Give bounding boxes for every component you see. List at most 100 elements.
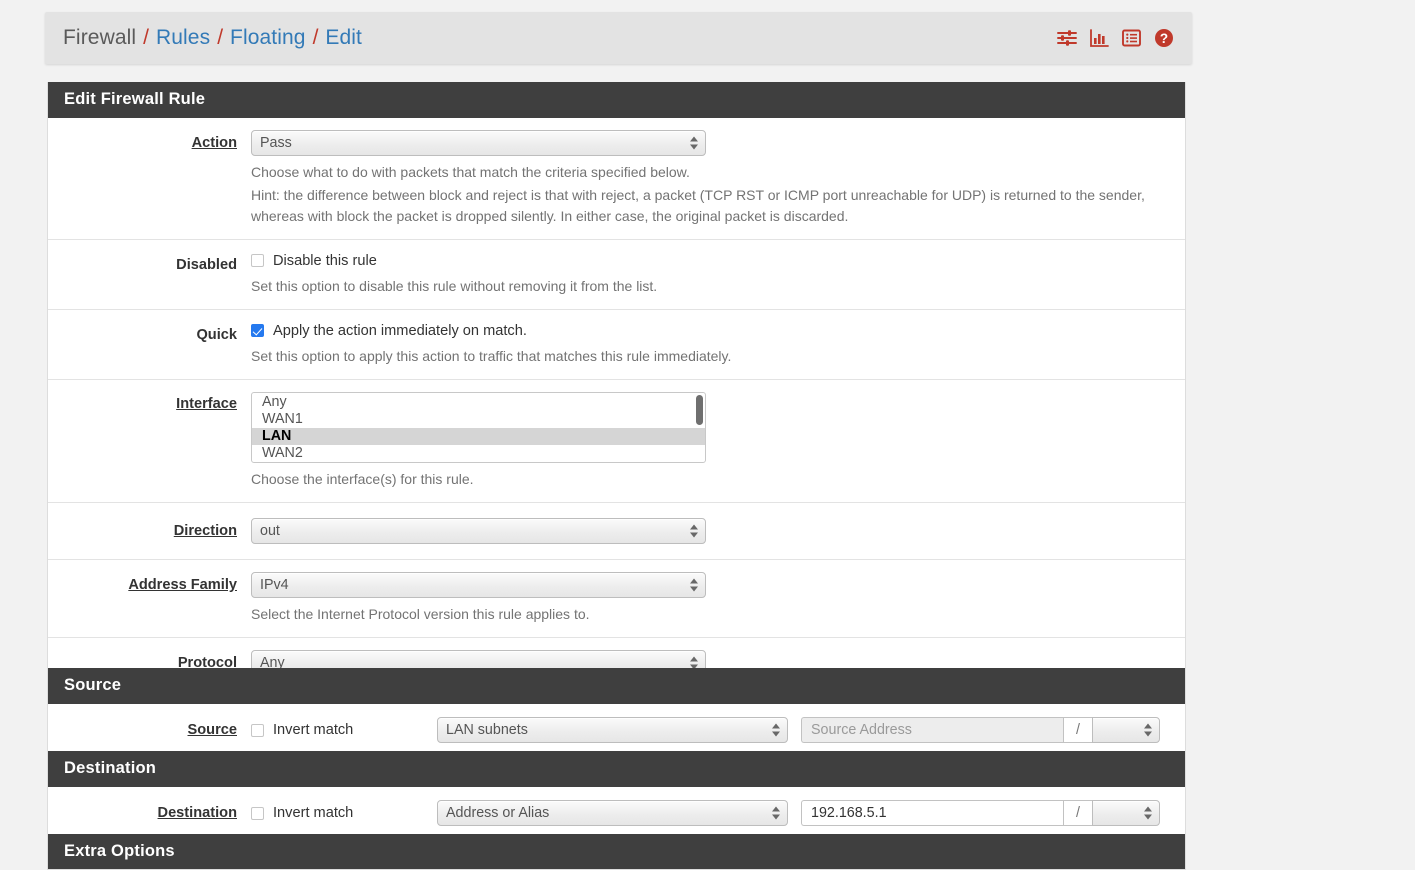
direction-select-value: out [260, 523, 280, 539]
panel-edit-firewall-rule: Edit Firewall Rule Action Pass Choose wh… [47, 82, 1186, 716]
help-action-line1: Choose what to do with packets that matc… [251, 164, 690, 180]
control-interface: Any WAN1 LAN WAN2 Choose the interface(s… [251, 392, 1185, 490]
control-destination: Invert match Address or Alias 192.168.5.… [251, 800, 1185, 826]
quick-checkbox[interactable] [251, 324, 264, 338]
source-type-select-value: LAN subnets [446, 722, 528, 738]
control-quick: Apply the action immediately on match. S… [251, 322, 1185, 367]
panel-extra-options: Extra Options [47, 834, 1186, 870]
source-address-group: Source Address / [801, 717, 1160, 743]
source-invert-checkbox[interactable] [251, 723, 264, 737]
chevron-updown-icon [1144, 806, 1153, 821]
destination-invert-wrap[interactable]: Invert match [251, 805, 437, 821]
interface-listbox-scrollbar[interactable] [696, 395, 703, 461]
breadcrumb-item-floating[interactable]: Floating [230, 26, 306, 50]
panel-title-edit-firewall-rule: Edit Firewall Rule [48, 82, 1185, 118]
control-disabled: Disable this rule Set this option to dis… [251, 252, 1185, 297]
source-cidr-separator: / [1063, 717, 1092, 743]
chevron-updown-icon [690, 578, 699, 593]
sliders-icon[interactable] [1057, 29, 1077, 47]
label-direction: Direction [173, 523, 237, 539]
list-icon[interactable] [1122, 29, 1141, 47]
help-disabled: Set this option to disable this rule wit… [251, 278, 658, 294]
form-row-direction: Direction out [48, 503, 1185, 560]
destination-type-select[interactable]: Address or Alias [437, 800, 788, 826]
label-address-family: Address Family [128, 577, 237, 593]
help-quick: Set this option to apply this action to … [251, 348, 732, 364]
source-type-wrap: LAN subnets [437, 717, 801, 743]
source-invert-label[interactable]: Invert match [273, 722, 353, 738]
label-action: Action [191, 135, 237, 151]
label-disabled: Disabled [176, 257, 237, 273]
interface-option-wan1[interactable]: WAN1 [252, 411, 705, 428]
address-family-select[interactable]: IPv4 [251, 572, 706, 598]
destination-address-group: 192.168.5.1 / [801, 800, 1160, 826]
breadcrumb-separator: / [143, 26, 149, 49]
breadcrumb-root: Firewall [63, 26, 137, 49]
source-address-input[interactable]: Source Address [801, 717, 1063, 743]
help-action-line2: Hint: the difference between block and r… [251, 187, 1145, 224]
breadcrumb-icon-group: ? [1057, 28, 1174, 48]
destination-invert-label[interactable]: Invert match [273, 805, 353, 821]
breadcrumb-item-edit[interactable]: Edit [325, 26, 362, 50]
form-row-source: Source Invert match LAN subnets Source A… [48, 704, 1185, 756]
interface-option-lan[interactable]: LAN [252, 428, 705, 445]
breadcrumb-item-rules[interactable]: Rules [156, 26, 210, 50]
svg-text:?: ? [1160, 31, 1168, 46]
panel-body-edit-firewall-rule: Action Pass Choose what to do with packe… [48, 118, 1185, 715]
interface-option-any[interactable]: Any [252, 394, 705, 411]
control-direction: out [251, 518, 1185, 544]
source-cidr-select[interactable] [1092, 717, 1160, 743]
chevron-updown-icon [690, 136, 699, 151]
control-action: Pass Choose what to do with packets that… [251, 130, 1185, 227]
chevron-updown-icon [772, 723, 781, 738]
panel-title-destination: Destination [48, 751, 1185, 787]
quick-checkbox-wrap[interactable]: Apply the action immediately on match. [251, 323, 527, 339]
label-source: Source [187, 722, 237, 738]
form-row-interface: Interface Any WAN1 LAN WAN2 Choose the i… [48, 380, 1185, 503]
control-address-family: IPv4 Select the Internet Protocol versio… [251, 572, 1185, 625]
disable-rule-checkbox-wrap[interactable]: Disable this rule [251, 253, 377, 269]
panel-source: Source Source Invert match LAN subnets S… [47, 668, 1186, 757]
destination-address-input[interactable]: 192.168.5.1 [801, 800, 1063, 826]
direction-select[interactable]: out [251, 518, 706, 544]
interface-listbox-scroll-thumb[interactable] [696, 395, 703, 425]
chevron-updown-icon [772, 806, 781, 821]
action-select[interactable]: Pass [251, 130, 706, 156]
label-destination: Destination [157, 805, 237, 821]
panel-title-extra-options: Extra Options [48, 834, 1185, 869]
address-family-select-value: IPv4 [260, 577, 289, 593]
breadcrumb-separator: / [217, 26, 224, 49]
control-source: Invert match LAN subnets Source Address … [251, 717, 1185, 743]
panel-title-source: Source [48, 668, 1185, 704]
panel-body-source: Source Invert match LAN subnets Source A… [48, 704, 1185, 756]
destination-type-select-value: Address or Alias [446, 805, 550, 821]
panel-body-destination: Destination Invert match Address or Alia… [48, 787, 1185, 839]
disable-rule-checkbox[interactable] [251, 254, 264, 268]
interface-option-wan2[interactable]: WAN2 [252, 445, 705, 462]
form-row-disabled: Disabled Disable this rule Set this opti… [48, 240, 1185, 310]
destination-type-wrap: Address or Alias [437, 800, 801, 826]
destination-cidr-select[interactable] [1092, 800, 1160, 826]
breadcrumb-bar: Firewall / Rules / Floating / Edit ? [45, 12, 1192, 64]
chart-icon[interactable] [1090, 29, 1109, 47]
breadcrumb-separator: / [312, 26, 319, 49]
form-row-destination: Destination Invert match Address or Alia… [48, 787, 1185, 839]
label-interface: Interface [176, 396, 237, 412]
action-select-value: Pass [260, 135, 292, 151]
disable-rule-checkbox-label[interactable]: Disable this rule [273, 253, 377, 269]
form-row-address-family: Address Family IPv4 Select the Internet … [48, 560, 1185, 638]
chevron-updown-icon [1144, 723, 1153, 738]
source-invert-wrap[interactable]: Invert match [251, 722, 437, 738]
interface-listbox[interactable]: Any WAN1 LAN WAN2 [251, 392, 706, 463]
source-type-select[interactable]: LAN subnets [437, 717, 788, 743]
chevron-updown-icon [690, 524, 699, 539]
help-address-family: Select the Internet Protocol version thi… [251, 606, 590, 622]
help-interface: Choose the interface(s) for this rule. [251, 471, 474, 487]
panel-destination: Destination Destination Invert match Add… [47, 751, 1186, 840]
form-row-action: Action Pass Choose what to do with packe… [48, 118, 1185, 240]
destination-invert-checkbox[interactable] [251, 806, 264, 820]
label-quick: Quick [196, 327, 237, 343]
quick-checkbox-label[interactable]: Apply the action immediately on match. [273, 323, 527, 339]
help-icon[interactable]: ? [1154, 28, 1174, 48]
form-row-quick: Quick Apply the action immediately on ma… [48, 310, 1185, 380]
